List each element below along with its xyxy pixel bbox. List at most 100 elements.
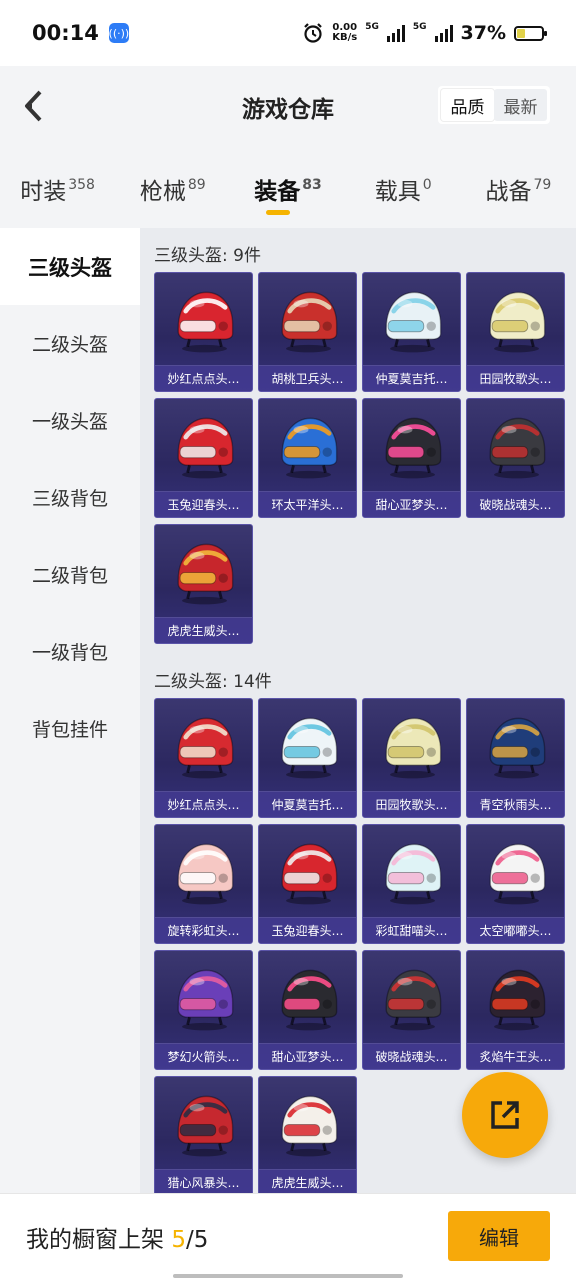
helmet-image bbox=[479, 409, 554, 484]
item-card[interactable]: 旋转彩虹头… bbox=[154, 824, 253, 944]
net-speed: 0.00 KB/s bbox=[332, 22, 358, 43]
status-bar: 00:14 ((·)) 0.00 KB/s 5G 5G 37% bbox=[0, 0, 576, 66]
helmet-image bbox=[271, 1087, 346, 1162]
helmet-image bbox=[375, 835, 450, 910]
tab-vehicles[interactable]: 载具 0 bbox=[346, 172, 461, 206]
tab-weapons[interactable]: 枪械 89 bbox=[115, 172, 230, 206]
item-label: 甜心亚梦头… bbox=[363, 491, 460, 517]
sidebar-item-level1-backpack[interactable]: 一级背包 bbox=[0, 613, 140, 690]
item-label: 玉兔迎春头… bbox=[259, 917, 356, 943]
home-indicator[interactable] bbox=[173, 1274, 403, 1278]
item-label: 炙焰牛王头… bbox=[467, 1043, 564, 1069]
item-label: 虎虎生威头… bbox=[155, 617, 252, 643]
signal-icon bbox=[386, 24, 405, 42]
helmet-image bbox=[271, 283, 346, 358]
sidebar-item-level3-helmet[interactable]: 三级头盔 bbox=[0, 228, 140, 305]
item-card[interactable]: 破晓战魂头… bbox=[466, 398, 565, 518]
sim1-type: 5G bbox=[365, 22, 379, 32]
item-card[interactable]: 虎虎生威头… bbox=[258, 1076, 357, 1193]
helmet-image bbox=[375, 709, 450, 784]
item-card[interactable]: 甜心亚梦头… bbox=[258, 950, 357, 1070]
share-button[interactable] bbox=[462, 1072, 548, 1158]
helmet-image bbox=[167, 283, 242, 358]
item-card[interactable]: 破晓战魂头… bbox=[362, 950, 461, 1070]
sidebar-item-backpack-pendant[interactable]: 背包挂件 bbox=[0, 690, 140, 767]
showcase-bar: 我的橱窗上架 5/5 编辑 bbox=[0, 1193, 576, 1280]
item-label: 破晓战魂头… bbox=[467, 491, 564, 517]
item-card[interactable]: 田园牧歌头… bbox=[466, 272, 565, 392]
helmet-image bbox=[167, 709, 242, 784]
item-card[interactable]: 仲夏莫吉托… bbox=[258, 698, 357, 818]
item-card[interactable]: 青空秋雨头… bbox=[466, 698, 565, 818]
helmet-image bbox=[271, 961, 346, 1036]
item-list[interactable]: 三级头盔: 9件 妙红点点头… 胡桃卫兵头… 仲夏莫吉托… 田园牧歌头… 玉兔迎春头… 环… bbox=[140, 228, 576, 1193]
broadcast-app-icon: ((·)) bbox=[109, 23, 129, 43]
item-card[interactable]: 妙红点点头… bbox=[154, 698, 253, 818]
item-card[interactable]: 炙焰牛王头… bbox=[466, 950, 565, 1070]
item-card[interactable]: 妙红点点头… bbox=[154, 272, 253, 392]
item-label: 田园牧歌头… bbox=[467, 365, 564, 391]
item-label: 彩虹甜喵头… bbox=[363, 917, 460, 943]
section-title: 二级头盔: 14件 bbox=[154, 671, 272, 692]
section-title: 三级头盔: 9件 bbox=[154, 245, 261, 266]
helmet-image bbox=[167, 961, 242, 1036]
helmet-image bbox=[479, 835, 554, 910]
sort-toggle: 品质 最新 bbox=[438, 86, 550, 124]
item-label: 玉兔迎春头… bbox=[155, 491, 252, 517]
sidebar-item-level2-backpack[interactable]: 二级背包 bbox=[0, 536, 140, 613]
item-label: 环太平洋头… bbox=[259, 491, 356, 517]
sim2-type: 5G bbox=[412, 22, 427, 32]
helmet-image bbox=[167, 535, 242, 610]
helmet-image bbox=[167, 835, 242, 910]
helmet-image bbox=[479, 283, 554, 358]
item-card[interactable]: 玉兔迎春头… bbox=[154, 398, 253, 518]
item-card[interactable]: 太空嘟嘟头… bbox=[466, 824, 565, 944]
item-card[interactable]: 胡桃卫兵头… bbox=[258, 272, 357, 392]
battery-percent: 37% bbox=[460, 22, 506, 44]
sidebar-item-level1-helmet[interactable]: 一级头盔 bbox=[0, 382, 140, 459]
item-label: 妙红点点头… bbox=[155, 365, 252, 391]
item-label: 旋转彩虹头… bbox=[155, 917, 252, 943]
tab-fashion[interactable]: 时装 358 bbox=[0, 172, 115, 206]
sort-newest-option[interactable]: 最新 bbox=[494, 89, 547, 121]
tab-equipment[interactable]: 装备 83 bbox=[230, 172, 345, 215]
edit-button[interactable]: 编辑 bbox=[448, 1211, 550, 1261]
helmet-image bbox=[479, 961, 554, 1036]
item-label: 妙红点点头… bbox=[155, 791, 252, 817]
item-card[interactable]: 玉兔迎春头… bbox=[258, 824, 357, 944]
item-label: 仲夏莫吉托… bbox=[259, 791, 356, 817]
alarm-icon bbox=[304, 23, 322, 43]
item-card[interactable]: 环太平洋头… bbox=[258, 398, 357, 518]
item-card[interactable]: 仲夏莫吉托… bbox=[362, 272, 461, 392]
item-card[interactable]: 梦幻火箭头… bbox=[154, 950, 253, 1070]
item-label: 仲夏莫吉托… bbox=[363, 365, 460, 391]
item-label: 破晓战魂头… bbox=[363, 1043, 460, 1069]
item-card[interactable]: 猎心风暴头… bbox=[154, 1076, 253, 1193]
item-card[interactable]: 田园牧歌头… bbox=[362, 698, 461, 818]
external-link-icon bbox=[491, 1101, 519, 1129]
sidebar-item-level2-helmet[interactable]: 二级头盔 bbox=[0, 305, 140, 382]
item-grid: 妙红点点头… 胡桃卫兵头… 仲夏莫吉托… 田园牧歌头… 玉兔迎春头… 环太平洋头… 甜心亚梦… bbox=[154, 272, 576, 644]
helmet-image bbox=[479, 709, 554, 784]
item-label: 青空秋雨头… bbox=[467, 791, 564, 817]
item-label: 胡桃卫兵头… bbox=[259, 365, 356, 391]
helmet-image bbox=[167, 1087, 242, 1162]
item-label: 虎虎生威头… bbox=[259, 1169, 356, 1193]
helmet-image bbox=[271, 835, 346, 910]
item-card[interactable]: 甜心亚梦头… bbox=[362, 398, 461, 518]
tab-combat-gear[interactable]: 战备 79 bbox=[461, 172, 576, 206]
helmet-image bbox=[375, 961, 450, 1036]
item-label: 太空嘟嘟头… bbox=[467, 917, 564, 943]
showcase-status: 我的橱窗上架 5/5 bbox=[26, 1227, 209, 1253]
battery-icon bbox=[514, 25, 547, 41]
item-card[interactable]: 虎虎生威头… bbox=[154, 524, 253, 644]
item-label: 梦幻火箭头… bbox=[155, 1043, 252, 1069]
category-tabs: 时装 358 枪械 89 装备 83 载具 0 战备 79 bbox=[0, 150, 576, 228]
item-card[interactable]: 彩虹甜喵头… bbox=[362, 824, 461, 944]
helmet-image bbox=[167, 409, 242, 484]
sidebar-item-level3-backpack[interactable]: 三级背包 bbox=[0, 459, 140, 536]
item-label: 田园牧歌头… bbox=[363, 791, 460, 817]
helmet-image bbox=[375, 283, 450, 358]
item-label: 猎心风暴头… bbox=[155, 1169, 252, 1193]
sort-quality-option[interactable]: 品质 bbox=[441, 89, 494, 121]
